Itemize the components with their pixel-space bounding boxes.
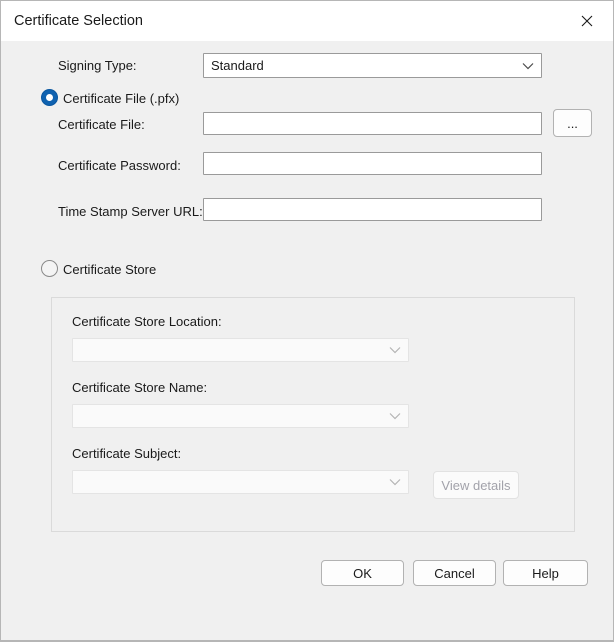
close-button[interactable] [565,1,609,41]
signing-type-value: Standard [204,58,515,73]
store-name-dropdown [72,404,409,428]
close-icon [580,14,594,28]
view-details-button: View details [433,471,519,499]
browse-button[interactable]: ... [553,109,592,137]
store-name-label: Certificate Store Name: [72,380,207,395]
store-location-label: Certificate Store Location: [72,314,222,329]
certificate-subject-label: Certificate Subject: [72,446,181,461]
ok-button[interactable]: OK [321,560,404,586]
certificate-password-input[interactable] [203,152,542,175]
chevron-down-icon [515,62,541,70]
dialog-title: Certificate Selection [14,1,143,41]
chevron-down-icon [382,412,408,420]
certificate-store-radio[interactable] [41,260,58,277]
certificate-file-radio-label[interactable]: Certificate File (.pfx) [63,91,179,106]
certificate-selection-dialog: Certificate Selection Signing Type: Stan… [0,0,614,642]
title-bar: Certificate Selection [1,1,613,41]
chevron-down-icon [382,346,408,354]
certificate-file-radio[interactable] [41,89,58,106]
certificate-file-input[interactable] [203,112,542,135]
timestamp-url-label: Time Stamp Server URL: [58,204,203,219]
certificate-password-label: Certificate Password: [58,158,181,173]
signing-type-label: Signing Type: [58,58,137,73]
certificate-store-group: Certificate Store Location: Certificate … [51,297,575,532]
chevron-down-icon [382,478,408,486]
store-location-dropdown [72,338,409,362]
signing-type-dropdown[interactable]: Standard [203,53,542,78]
certificate-file-label: Certificate File: [58,117,145,132]
certificate-subject-dropdown [72,470,409,494]
certificate-store-radio-label[interactable]: Certificate Store [63,262,156,277]
help-button[interactable]: Help [503,560,588,586]
timestamp-url-input[interactable] [203,198,542,221]
cancel-button[interactable]: Cancel [413,560,496,586]
